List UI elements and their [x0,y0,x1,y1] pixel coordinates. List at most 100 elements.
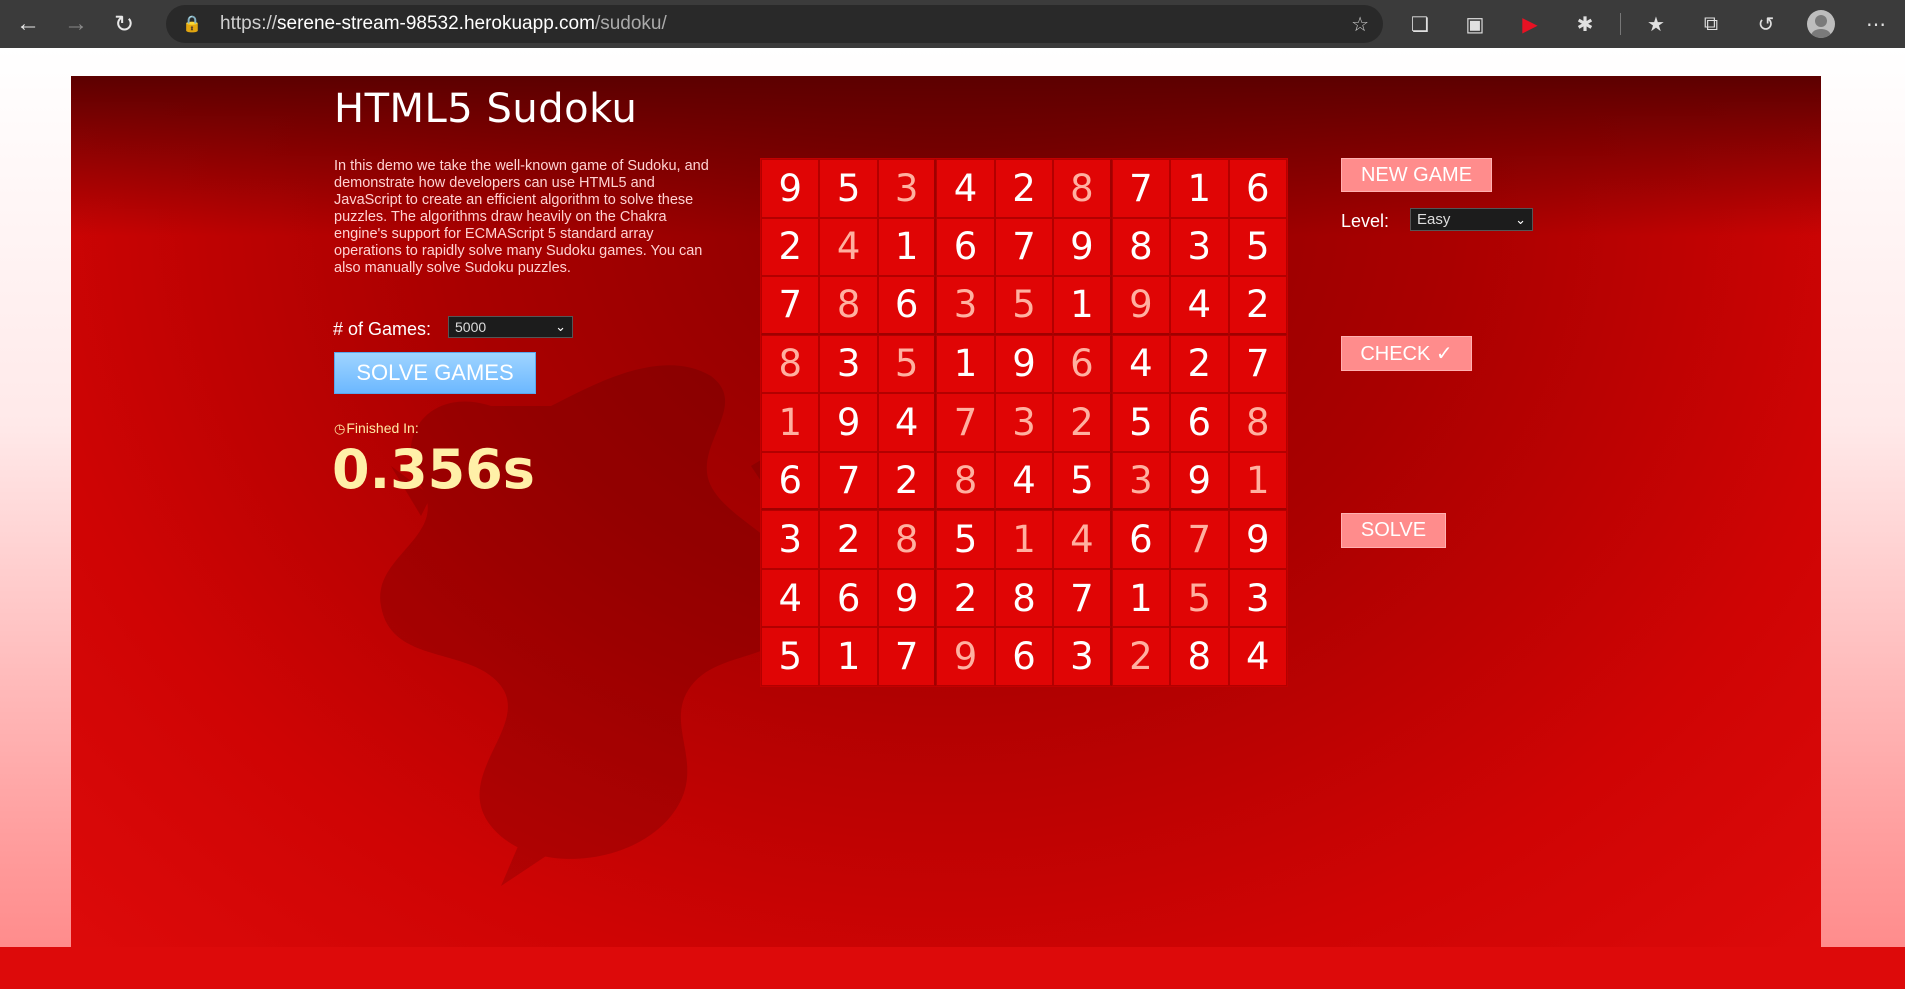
sudoku-cell[interactable]: 2 [819,510,878,569]
sudoku-cell[interactable]: 4 [1170,276,1229,335]
reload-icon[interactable]: ↻ [104,4,144,44]
sudoku-cell[interactable]: 6 [1170,393,1229,452]
sudoku-cell[interactable]: 8 [1170,627,1229,686]
back-arrow-icon[interactable]: ← [8,4,48,44]
history-icon[interactable]: ↺ [1746,4,1786,44]
sudoku-cell[interactable]: 3 [1053,627,1112,686]
sudoku-cell[interactable]: 3 [819,334,878,394]
sudoku-cell[interactable]: 5 [1053,451,1112,511]
sudoku-cell[interactable]: 9 [1053,217,1112,277]
sudoku-cell[interactable]: 6 [1111,510,1171,569]
sudoku-cell[interactable]: 7 [1170,510,1229,569]
sudoku-cell[interactable]: 8 [1228,393,1287,452]
collections-icon[interactable]: ⧉ [1691,4,1731,44]
sudoku-cell[interactable]: 2 [761,217,820,277]
sudoku-cell[interactable]: 9 [877,568,937,628]
sudoku-cell[interactable]: 7 [877,627,937,686]
sudoku-cell[interactable]: 2 [936,568,995,628]
sudoku-cell[interactable]: 8 [877,510,937,569]
sudoku-cell[interactable]: 9 [1228,510,1287,569]
sudoku-cell[interactable]: 8 [1053,159,1112,218]
sudoku-cell[interactable]: 9 [819,393,878,452]
sudoku-cell[interactable]: 2 [1111,627,1171,686]
sudoku-cell[interactable]: 8 [761,334,820,394]
add-favorite-icon[interactable]: ☆ [1351,12,1369,37]
sudoku-cell[interactable]: 5 [994,276,1054,335]
sudoku-cell[interactable]: 8 [936,451,995,511]
sudoku-cell[interactable]: 1 [1111,568,1171,628]
forward-arrow-icon[interactable]: → [56,4,96,44]
profile-avatar[interactable] [1801,4,1841,44]
sudoku-cell[interactable]: 5 [761,627,820,686]
sudoku-cell[interactable]: 9 [1170,451,1229,511]
extensions-puzzle-icon[interactable]: ✱ [1565,4,1605,44]
new-game-button[interactable]: NEW GAME [1341,158,1492,192]
sudoku-cell[interactable]: 9 [761,159,820,218]
sudoku-cell[interactable]: 4 [819,217,878,277]
sudoku-cell[interactable]: 1 [994,510,1054,569]
sudoku-cell[interactable]: 3 [994,393,1054,452]
sudoku-cell[interactable]: 3 [1228,568,1287,628]
sudoku-cell[interactable]: 7 [936,393,995,452]
sudoku-cell[interactable]: 3 [1111,451,1171,511]
tab-actions-icon[interactable]: ❏ [1400,4,1440,44]
sudoku-cell[interactable]: 6 [994,627,1054,686]
sudoku-cell[interactable]: 8 [994,568,1054,628]
sudoku-cell[interactable]: 1 [877,217,937,277]
youtube-icon[interactable]: ▶ [1510,4,1550,44]
sudoku-cell[interactable]: 4 [1111,334,1171,394]
sudoku-cell[interactable]: 3 [1170,217,1229,277]
sudoku-cell[interactable]: 4 [877,393,937,452]
sudoku-cell[interactable]: 1 [1228,451,1287,511]
sudoku-cell[interactable]: 5 [936,510,995,569]
sudoku-cell[interactable]: 2 [1170,334,1229,394]
solve-games-button[interactable]: SOLVE GAMES [334,352,536,394]
sudoku-cell[interactable]: 5 [819,159,878,218]
sudoku-cell[interactable]: 3 [936,276,995,335]
sudoku-cell[interactable]: 5 [877,334,937,394]
extension-icon[interactable]: ▣ [1455,4,1495,44]
sudoku-cell[interactable]: 1 [1053,276,1112,335]
sudoku-cell[interactable]: 2 [1053,393,1112,452]
sudoku-cell[interactable]: 3 [877,159,937,218]
sudoku-cell[interactable]: 8 [819,276,878,335]
sudoku-cell[interactable]: 6 [877,276,937,335]
sudoku-cell[interactable]: 1 [761,393,820,452]
sudoku-cell[interactable]: 4 [1228,627,1287,686]
sudoku-cell[interactable]: 7 [1228,334,1287,394]
sudoku-cell[interactable]: 9 [994,334,1054,394]
sudoku-cell[interactable]: 7 [1053,568,1112,628]
sudoku-cell[interactable]: 4 [994,451,1054,511]
favorites-icon[interactable]: ★ [1636,4,1676,44]
level-select[interactable]: Easy ⌄ [1410,208,1533,231]
sudoku-cell[interactable]: 7 [1111,159,1171,218]
sudoku-cell[interactable]: 7 [994,217,1054,277]
sudoku-cell[interactable]: 8 [1111,217,1171,277]
sudoku-cell[interactable]: 7 [819,451,878,511]
sudoku-cell[interactable]: 4 [1053,510,1112,569]
sudoku-cell[interactable]: 6 [1228,159,1287,218]
sudoku-cell[interactable]: 1 [819,627,878,686]
sudoku-cell[interactable]: 6 [936,217,995,277]
sudoku-cell[interactable]: 1 [936,334,995,394]
check-button[interactable]: CHECK ✓ [1341,336,1472,371]
sudoku-cell[interactable]: 2 [994,159,1054,218]
sudoku-cell[interactable]: 1 [1170,159,1229,218]
sudoku-cell[interactable]: 2 [1228,276,1287,335]
sudoku-cell[interactable]: 5 [1111,393,1171,452]
sudoku-cell[interactable]: 5 [1228,217,1287,277]
sudoku-cell[interactable]: 6 [819,568,878,628]
sudoku-cell[interactable]: 6 [1053,334,1112,394]
lock-icon[interactable]: 🔒 [182,14,206,34]
sudoku-cell[interactable]: 4 [761,568,820,628]
games-count-select[interactable]: 5000 ⌄ [448,316,573,338]
address-bar[interactable]: 🔒 https://serene-stream-98532.herokuapp.… [166,5,1383,43]
sudoku-cell[interactable]: 2 [877,451,937,511]
sudoku-cell[interactable]: 9 [936,627,995,686]
sudoku-cell[interactable]: 5 [1170,568,1229,628]
sudoku-cell[interactable]: 4 [936,159,995,218]
sudoku-cell[interactable]: 7 [761,276,820,335]
solve-button[interactable]: SOLVE [1341,513,1446,548]
sudoku-cell[interactable]: 3 [761,510,820,569]
sudoku-cell[interactable]: 9 [1111,276,1171,335]
